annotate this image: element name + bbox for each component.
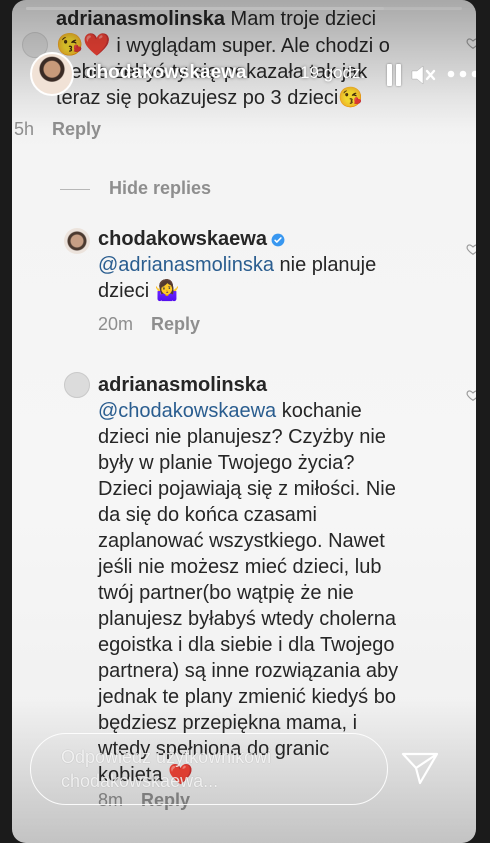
comment-text-line: Mam troje dzieci bbox=[230, 8, 377, 30]
comment-text-line: twój partner(bo wątpię że nie bbox=[98, 582, 354, 604]
comment-text-line: jeśli nie możesz mieć dzieci, lub bbox=[98, 556, 382, 578]
comment-avatar[interactable] bbox=[64, 228, 90, 254]
comment-body: chodakowskaewa @adrianasmolinska nie pla… bbox=[98, 226, 448, 304]
comment-text-line: da się do końca czasami bbox=[98, 504, 318, 526]
story-timestamp: 19 godz. bbox=[300, 63, 366, 82]
reply-input[interactable]: Odpowiedz użytkownikowi chodakowskaewa..… bbox=[30, 733, 388, 805]
comment-text-line: planujesz byłabyś wtedy cholerna bbox=[98, 608, 396, 630]
comment-item: chodakowskaewa @adrianasmolinska nie pla… bbox=[64, 226, 476, 335]
comment-avatar[interactable] bbox=[64, 372, 90, 398]
comment-text-line: nie planuje bbox=[279, 254, 377, 276]
comment-text-line: jednak te plany zmienić kiedyś bo bbox=[98, 686, 396, 708]
comment-username[interactable]: adrianasmolinska bbox=[98, 372, 448, 398]
comment-meta: 5h Reply bbox=[14, 119, 456, 140]
comment-username[interactable]: chodakowskaewa bbox=[98, 228, 267, 250]
comment-mention[interactable]: @adrianasmolinska bbox=[98, 254, 274, 276]
more-options-icon[interactable] bbox=[446, 64, 476, 84]
mute-icon[interactable] bbox=[409, 63, 437, 87]
comment-text-line: dzieci bbox=[98, 280, 150, 302]
comment-text-line: były w planie Twojego życia? bbox=[98, 452, 355, 474]
comment-text-line: dzieci nie planujesz? Czyżby nie bbox=[98, 426, 386, 448]
comment-time: 5h bbox=[14, 119, 35, 139]
hide-replies-divider bbox=[60, 189, 90, 190]
story-header: chodakowskaewa 19 godz. bbox=[30, 52, 476, 98]
story-viewer[interactable]: adrianasmolinska Mam troje dzieci 😘❤️ i … bbox=[12, 0, 476, 843]
comment-text-line: kochanie bbox=[281, 400, 362, 422]
comment-text-line: partnera) są inne rozwiązania aby bbox=[98, 660, 399, 682]
like-heart-icon[interactable] bbox=[466, 388, 476, 402]
comment-text-line: zaplanować wszystkiego. Nawet bbox=[98, 530, 385, 552]
pause-icon[interactable] bbox=[385, 64, 403, 86]
comment-text-line: egoistka i dla siebie i dla Twojego bbox=[98, 634, 395, 656]
hide-replies-label[interactable]: Hide replies bbox=[109, 178, 211, 199]
verified-badge-icon bbox=[271, 233, 285, 247]
reply-button[interactable]: Reply bbox=[151, 314, 200, 334]
story-username[interactable]: chodakowskaewa bbox=[86, 62, 247, 84]
like-heart-icon[interactable] bbox=[466, 36, 476, 50]
comment-mention[interactable]: @chodakowskaewa bbox=[98, 400, 276, 422]
comment-text-line: Dzieci pojawiają się z miłości. Nie bbox=[98, 478, 396, 500]
comment-username[interactable]: adrianasmolinska bbox=[56, 8, 225, 30]
comment-emoji: 🤷‍♀️ bbox=[154, 280, 180, 302]
send-icon[interactable] bbox=[400, 750, 440, 786]
comment-body: adrianasmolinska @chodakowskaewa kochani… bbox=[98, 372, 448, 788]
reply-button[interactable]: Reply bbox=[52, 119, 101, 139]
like-heart-icon[interactable] bbox=[466, 242, 476, 256]
story-avatar[interactable] bbox=[30, 52, 74, 96]
reply-input-placeholder: Odpowiedz użytkownikowi chodakowskaewa..… bbox=[61, 747, 272, 791]
comment-time: 20m bbox=[98, 314, 134, 334]
comment-meta: 20m Reply bbox=[98, 314, 448, 335]
